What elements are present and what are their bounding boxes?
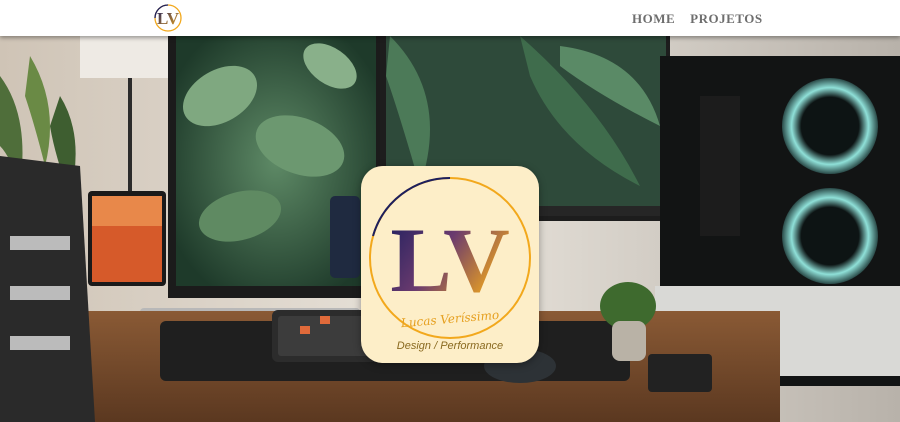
nav-link-projetos[interactable]: PROJETOS bbox=[690, 11, 762, 27]
brand-logo-card: LV Lucas Veríssimo Design / Performance bbox=[361, 166, 539, 363]
stream-deck bbox=[648, 354, 712, 392]
tablet bbox=[88, 191, 166, 286]
brand-tagline: Design / Performance bbox=[396, 340, 504, 352]
lv-logo-text: LV bbox=[157, 9, 180, 28]
nav-links: HOME PROJETOS bbox=[632, 11, 763, 27]
phone bbox=[330, 196, 360, 278]
hero-banner: LV Lucas Veríssimo Design / Performance bbox=[0, 36, 900, 422]
lv-logo-icon: LV bbox=[154, 4, 182, 32]
site-logo[interactable]: LV bbox=[152, 3, 184, 33]
main-monitor bbox=[140, 36, 384, 322]
monogram-text: LV bbox=[390, 209, 509, 311]
chair bbox=[0, 156, 95, 422]
lv-monogram-emblem: LV bbox=[369, 176, 531, 339]
top-navbar: LV HOME PROJETOS bbox=[0, 0, 900, 36]
nav-link-home[interactable]: HOME bbox=[632, 11, 675, 27]
